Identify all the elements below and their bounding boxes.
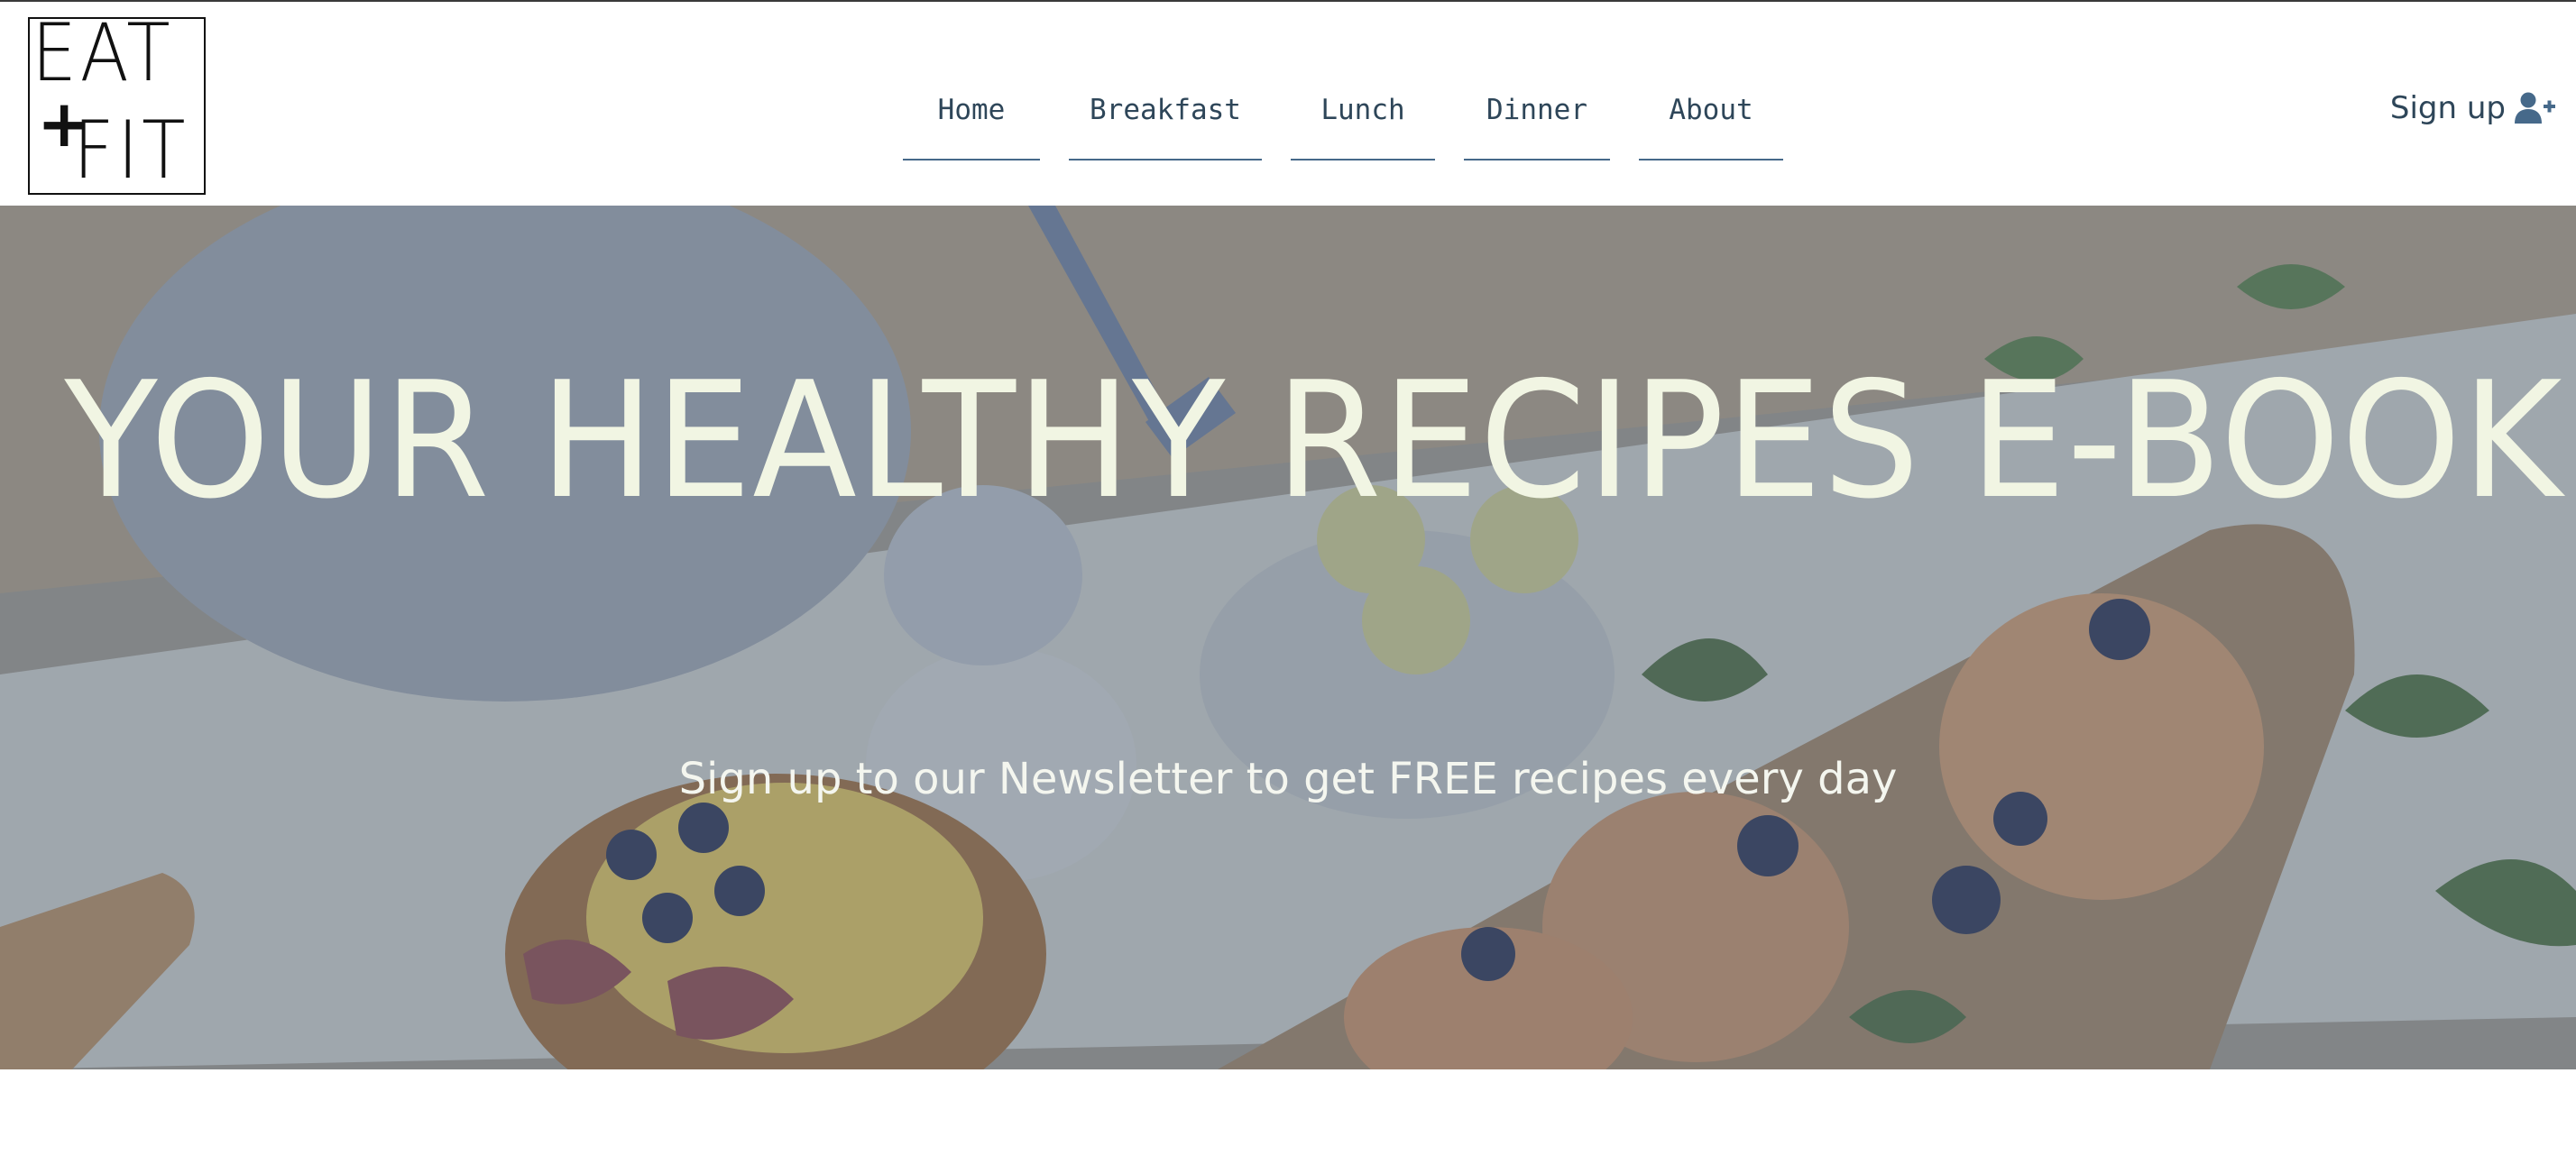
nav-item-label: Dinner bbox=[1486, 94, 1587, 126]
logo-text-eat: EAT bbox=[32, 6, 174, 99]
nav-item-about[interactable]: About bbox=[1639, 81, 1783, 161]
nav-item-breakfast[interactable]: Breakfast bbox=[1069, 81, 1262, 161]
nav-item-home[interactable]: Home bbox=[903, 81, 1040, 161]
user-plus-icon bbox=[2515, 92, 2556, 124]
nav-item-label: About bbox=[1669, 94, 1753, 126]
hero-banner: YOUR HEALTHY RECIPES E-BOOK! Sign up to … bbox=[0, 206, 2576, 1069]
nav-item-label: Breakfast bbox=[1090, 94, 1241, 126]
nav-item-label: Home bbox=[937, 94, 1006, 126]
site-header: EAT + FIT Home Breakfast Lunch Dinner Ab… bbox=[0, 2, 2576, 206]
nav-item-lunch[interactable]: Lunch bbox=[1291, 81, 1435, 161]
sign-up-button[interactable]: Sign up bbox=[2390, 90, 2556, 126]
eat-fit-logo[interactable]: EAT + FIT bbox=[28, 6, 206, 197]
hero-overlay bbox=[0, 206, 2576, 1069]
hero-subtitle: Sign up to our Newsletter to get FREE re… bbox=[678, 754, 1898, 804]
hero-title: YOUR HEALTHY RECIPES E-BOOK! bbox=[64, 347, 2576, 534]
main-navigation: Home Breakfast Lunch Dinner About bbox=[903, 81, 1783, 162]
nav-item-label: Lunch bbox=[1320, 94, 1405, 126]
sign-up-label: Sign up bbox=[2389, 90, 2506, 126]
logo-text-fit: FIT bbox=[73, 104, 189, 197]
nav-item-dinner[interactable]: Dinner bbox=[1464, 81, 1610, 161]
page-bottom-area bbox=[0, 1069, 2576, 1165]
